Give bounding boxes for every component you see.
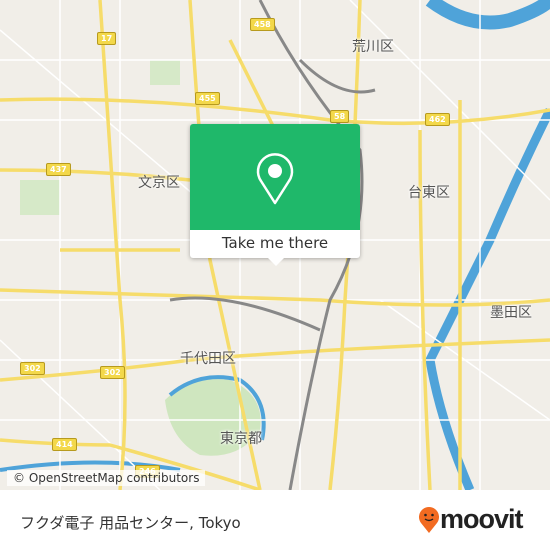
road-shield: 302	[20, 362, 45, 375]
district-label: 千代田区	[180, 351, 236, 367]
district-label: 東京都	[220, 431, 262, 447]
map[interactable]: 荒川区 文京区 台東区 墨田区 千代田区 東京都 17 458 455 58 4…	[0, 0, 550, 490]
footer: フクダ電子 用品センター, Tokyo moovit	[0, 490, 550, 550]
brand-name: moovit	[440, 504, 524, 534]
place-name: フクダ電子 用品センター, Tokyo	[20, 514, 241, 532]
moovit-pin-icon	[419, 506, 439, 533]
road-shield: 302	[100, 366, 125, 379]
map-pin-icon	[256, 153, 294, 205]
road-shield: 17	[97, 32, 117, 45]
road-shield: 414	[52, 438, 77, 451]
road-shield: 437	[46, 163, 71, 176]
road-shield: 462	[425, 113, 450, 126]
map-attribution[interactable]: © OpenStreetMap contributors	[7, 470, 206, 486]
road-shield: 455	[195, 92, 220, 105]
district-label: 台東区	[408, 185, 450, 201]
destination-popup: Take me there	[190, 124, 360, 266]
popup-header	[190, 124, 360, 230]
road-shield: 58	[330, 110, 350, 123]
take-me-there-button[interactable]: Take me there	[190, 230, 360, 258]
road-shield: 458	[250, 18, 275, 31]
popup-tail	[268, 258, 284, 266]
moovit-logo: moovit	[418, 504, 524, 535]
district-label: 文京区	[138, 175, 180, 191]
district-label: 荒川区	[352, 39, 394, 55]
district-label: 墨田区	[490, 305, 532, 321]
